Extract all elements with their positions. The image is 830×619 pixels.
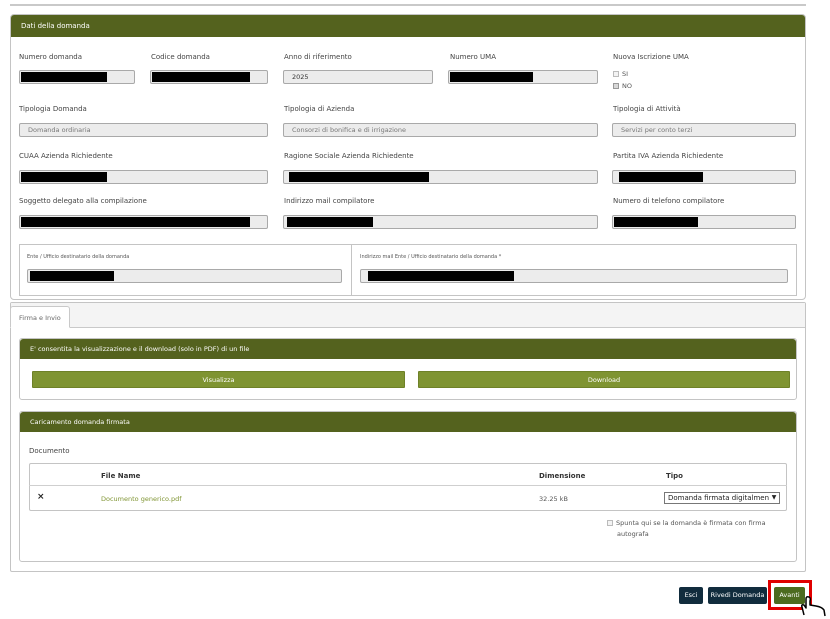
rivedi-domanda-button[interactable]: Rivedi Domanda: [708, 587, 767, 604]
label-ente: Ente / Ufficio destinatario della domand…: [27, 254, 130, 260]
label-soggetto: Soggetto delegato alla compilazione: [19, 197, 147, 205]
top-divider: [10, 4, 806, 6]
visualizzazione-panel: E' consentita la visualizzazione e il do…: [19, 338, 797, 400]
label-mail-ente: Indirizzo mail Ente / Ufficio destinatar…: [360, 254, 502, 260]
redacted-numero-domanda: [21, 72, 107, 82]
label-anno: Anno di riferimento: [284, 53, 352, 61]
file-table-divider: [29, 485, 787, 486]
label-partita-iva: Partita IVA Azienda Richiedente: [613, 152, 724, 160]
file-name-link[interactable]: Documento generico.pdf: [101, 495, 181, 503]
redacted-mail-compilatore: [287, 217, 373, 227]
label-numero-uma: Numero UMA: [450, 53, 496, 61]
hand-cursor-icon: [801, 596, 826, 617]
autografa-checkbox[interactable]: [607, 520, 613, 526]
redacted-codice-domanda: [152, 72, 250, 82]
label-telefono: Numero di telefono compilatore: [613, 197, 725, 205]
redacted-partita-iva: [619, 172, 703, 182]
chevron-down-icon: ▼: [769, 493, 779, 503]
label-tipologia-domanda: Tipologia Domanda: [19, 105, 87, 113]
column-dimensione: Dimensione: [539, 472, 586, 480]
visualizzazione-header: E' consentita la visualizzazione e il do…: [20, 339, 796, 359]
tipologia-domanda-field[interactable]: Domanda ordinaria: [19, 123, 268, 137]
redacted-ente: [30, 271, 114, 281]
documento-label: Documento: [29, 447, 70, 455]
autografa-option[interactable]: Spunta qui se la domanda è firmata con f…: [607, 519, 766, 527]
download-button[interactable]: Download: [418, 371, 790, 388]
label-tipologia-attivita: Tipologia di Attività: [613, 105, 681, 113]
remove-file-icon[interactable]: ×: [37, 492, 45, 502]
label-nuova-iscrizione: Nuova Iscrizione UMA: [613, 53, 689, 61]
tipo-select[interactable]: Domanda firmata digitalmente ▼: [664, 492, 780, 504]
tab-firma-invio[interactable]: Firma e Invio: [10, 306, 70, 328]
label-tipologia-azienda: Tipologia di Azienda: [284, 105, 355, 113]
redacted-telefono: [614, 217, 698, 227]
file-size: 32.25 kB: [539, 495, 568, 503]
label-ragione-sociale: Ragione Sociale Azienda Richiedente: [284, 152, 414, 160]
redacted-numero-uma: [450, 72, 533, 82]
redacted-ragione-sociale: [289, 172, 429, 182]
autografa-label-line2: autografa: [617, 530, 649, 538]
no-checkbox[interactable]: [613, 83, 619, 89]
si-checkbox[interactable]: [613, 71, 619, 77]
caricamento-header: Caricamento domanda firmata: [20, 412, 796, 432]
label-cuaa: CUAA Azienda Richiedente: [19, 152, 113, 160]
label-mail-compilatore: Indirizzo mail compilatore: [284, 197, 375, 205]
label-numero-domanda: Numero domanda: [19, 53, 83, 61]
redacted-mail-ente: [368, 271, 514, 281]
anno-field[interactable]: 2025: [283, 70, 433, 84]
redacted-soggetto: [21, 217, 250, 227]
esci-button[interactable]: Esci: [679, 587, 703, 604]
iscrizione-si-option[interactable]: SI: [613, 70, 628, 78]
label-codice-domanda: Codice domanda: [151, 53, 210, 61]
dati-domanda-header: Dati della domanda: [11, 15, 805, 37]
column-tipo: Tipo: [666, 472, 683, 480]
visualizza-button[interactable]: Visualizza: [32, 371, 405, 388]
redacted-cuaa: [21, 172, 107, 182]
column-file-name: File Name: [101, 472, 141, 480]
tab-strip: [11, 303, 805, 328]
tipologia-azienda-field[interactable]: Consorzi di bonifica e di irrigazione: [283, 123, 598, 137]
tipologia-attivita-field[interactable]: Servizi per conto terzi: [612, 123, 796, 137]
iscrizione-no-option[interactable]: NO: [613, 82, 632, 90]
